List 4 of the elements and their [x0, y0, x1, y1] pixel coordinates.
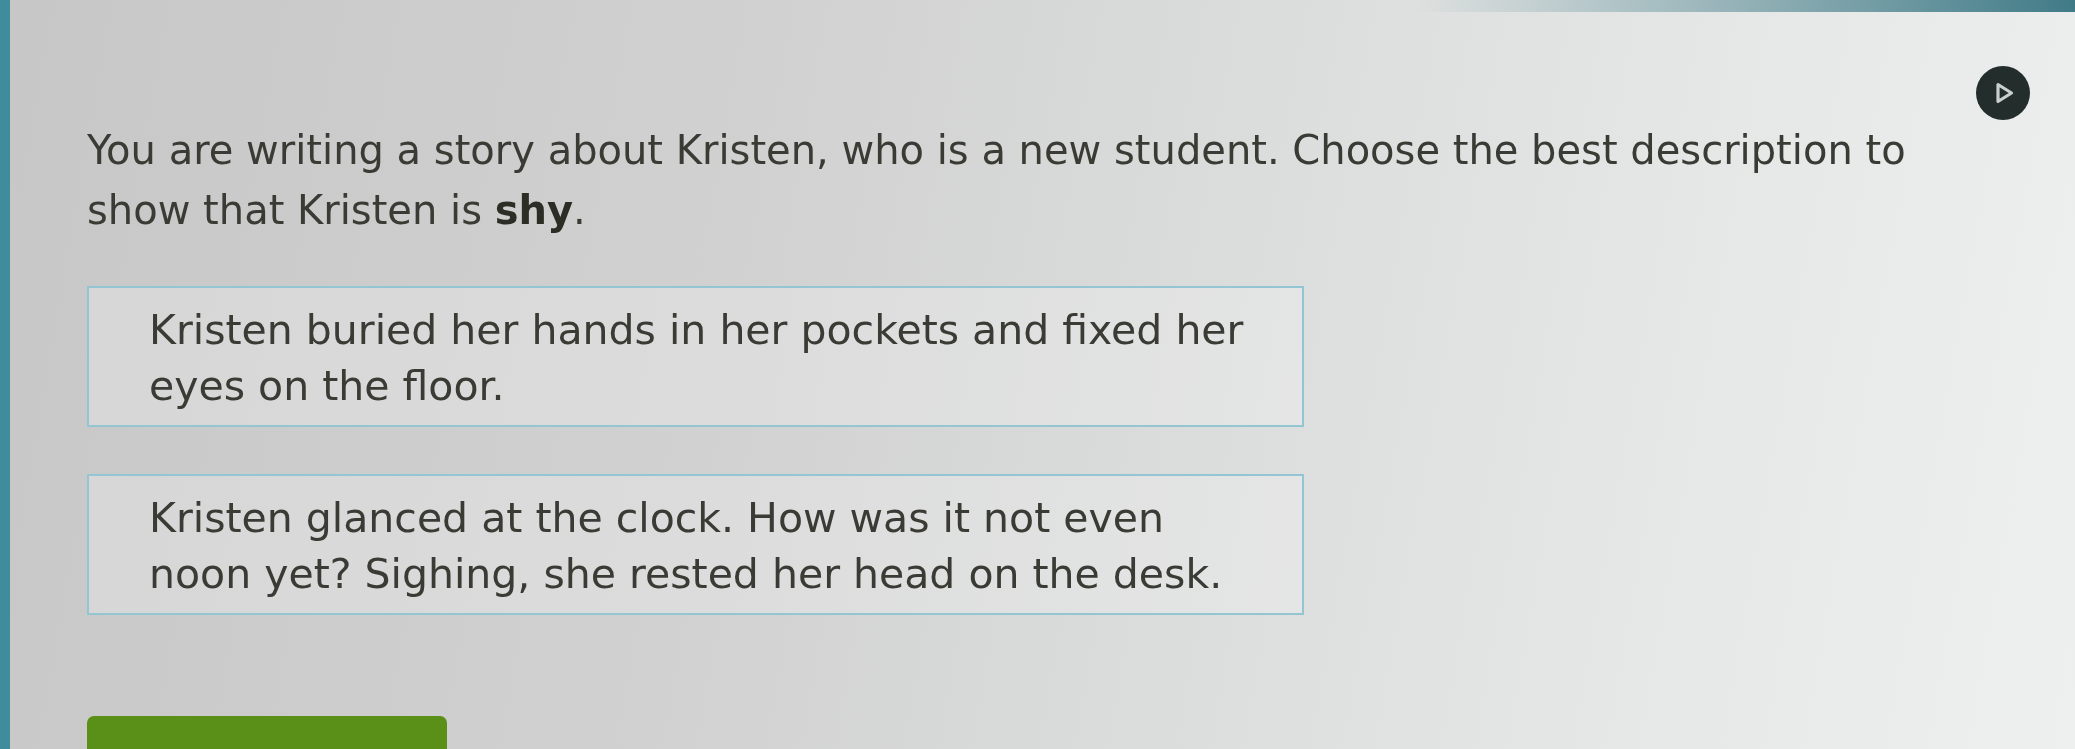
answer-option[interactable]: Kristen buried her hands in her pockets and fixed her eyes on the floor.: [87, 286, 1304, 427]
question-text: You are writing a story about Kristen, who is a new student. Choose the best description to show that Kristen is shy.: [87, 126, 1907, 235]
answer-option[interactable]: Kristen glanced at the clock. How was it not even noon yet? Sighing, she rested her head on the desk.: [87, 474, 1304, 615]
play-icon[interactable]: [1976, 66, 2030, 120]
